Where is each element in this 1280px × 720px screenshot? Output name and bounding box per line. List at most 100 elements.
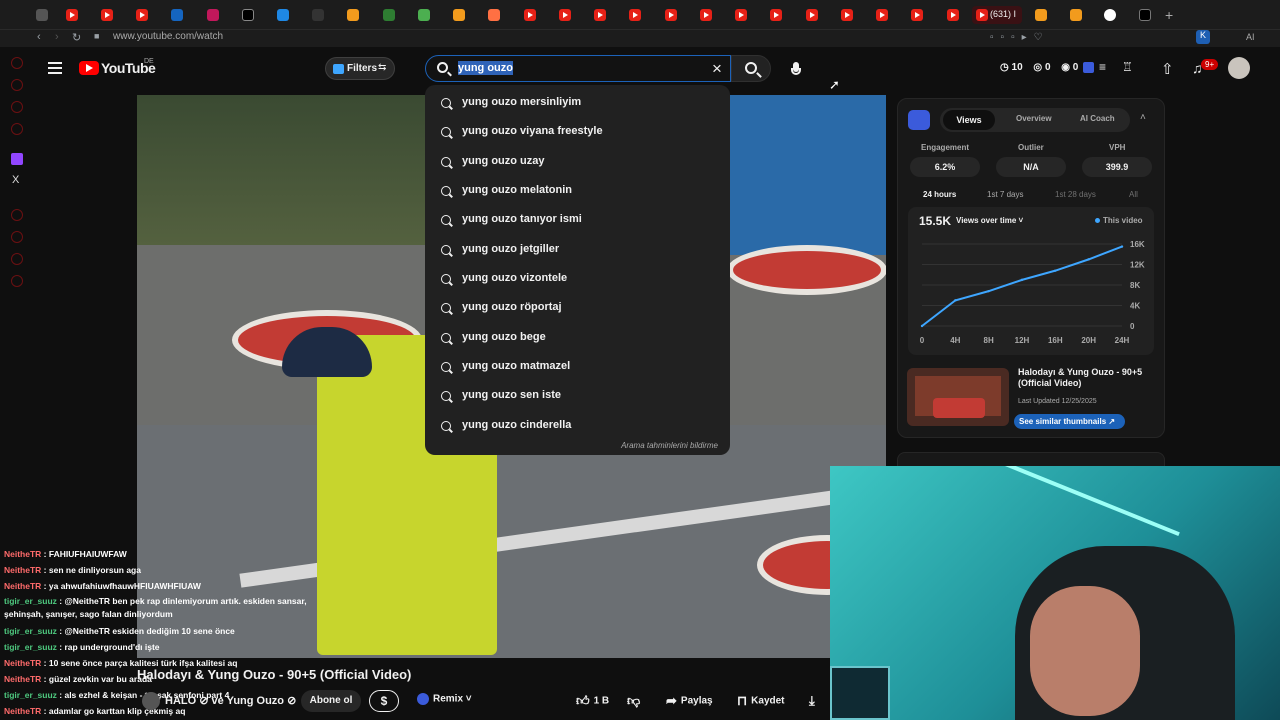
suggestion-item[interactable]: yung ouzo viyana freestyle bbox=[425, 118, 730, 147]
forward-icon[interactable]: › bbox=[55, 31, 59, 43]
reload-icon[interactable]: ↻ bbox=[72, 31, 81, 44]
youtube-tab-icon[interactable] bbox=[770, 9, 782, 21]
youtube-tab-icon[interactable] bbox=[66, 9, 78, 21]
tray-icon[interactable] bbox=[11, 79, 23, 91]
range-first-28-days[interactable]: 1st 28 days bbox=[1055, 190, 1096, 199]
suggestion-item[interactable]: yung ouzo vizontele bbox=[425, 265, 730, 294]
extension-icon[interactable] bbox=[1083, 62, 1094, 73]
app-tab-icon[interactable] bbox=[453, 9, 465, 21]
stat-b[interactable]: ◎ 0 bbox=[1033, 62, 1050, 73]
save-button[interactable]: ⊓ Kaydet bbox=[737, 693, 785, 709]
ai-extension-label[interactable]: AI bbox=[1246, 32, 1255, 42]
report-predictions-link[interactable]: Arama tahminlerini bildirme bbox=[621, 441, 718, 450]
avatar[interactable] bbox=[1228, 57, 1250, 79]
tray-icon[interactable] bbox=[11, 123, 23, 135]
youtube-logo-icon[interactable] bbox=[79, 61, 99, 75]
twitch-icon[interactable] bbox=[11, 153, 23, 165]
subscribe-button[interactable]: Abone ol bbox=[301, 690, 361, 712]
youtube-tab-icon[interactable] bbox=[665, 9, 677, 21]
youtube-tab-icon[interactable] bbox=[947, 9, 959, 21]
tab-views[interactable]: Views bbox=[943, 110, 995, 130]
channel-name[interactable]: HALO ⊘ ve Yung Ouzo ⊘ bbox=[165, 694, 296, 707]
search-input[interactable]: yung ouzo bbox=[458, 61, 513, 75]
app-tab-icon[interactable] bbox=[488, 9, 500, 21]
collapse-icon[interactable]: ˄ bbox=[1140, 112, 1146, 123]
suggestion-item[interactable]: yung ouzo bege bbox=[425, 324, 730, 353]
range-first-7-days[interactable]: 1st 7 days bbox=[987, 190, 1023, 199]
filters-button[interactable]: Filters ⇆ bbox=[325, 57, 395, 80]
video-thumbnail[interactable] bbox=[907, 368, 1009, 426]
url-text[interactable]: www.youtube.com/watch bbox=[113, 31, 223, 42]
voice-search-button[interactable] bbox=[781, 55, 811, 82]
suggestion-item[interactable]: yung ouzo mersinliyim bbox=[425, 89, 730, 118]
extension-icon[interactable]: ♖ bbox=[1122, 60, 1133, 74]
suggestion-item[interactable]: yung ouzo uzay bbox=[425, 148, 730, 177]
menu-icon[interactable] bbox=[48, 62, 62, 74]
suggestion-item[interactable]: yung ouzo tanıyor ismi bbox=[425, 206, 730, 235]
download-button[interactable]: ⤓ bbox=[809, 693, 819, 709]
new-tab-icon[interactable]: + bbox=[1165, 7, 1173, 23]
suggestion-item[interactable]: yung ouzo jetgiller bbox=[425, 236, 730, 265]
youtube-tab-icon[interactable] bbox=[136, 9, 148, 21]
app-tab-icon[interactable] bbox=[1035, 9, 1047, 21]
app-tab-icon[interactable] bbox=[207, 9, 219, 21]
tab-overview[interactable]: Overview bbox=[1016, 114, 1052, 123]
range-all[interactable]: All bbox=[1129, 190, 1138, 199]
suggestion-item[interactable]: yung ouzo cinderella bbox=[425, 412, 730, 441]
stat-a[interactable]: ◷ 10 bbox=[1000, 62, 1023, 73]
app-tab-icon[interactable] bbox=[383, 9, 395, 21]
p-tab-icon[interactable] bbox=[171, 9, 183, 21]
share-button[interactable]: ➦ Paylaş bbox=[666, 693, 713, 709]
extension-icon[interactable]: K bbox=[1196, 30, 1210, 44]
app-tab-icon[interactable] bbox=[277, 9, 289, 21]
tray-icon[interactable] bbox=[11, 57, 23, 69]
youtube-tab-icon[interactable] bbox=[101, 9, 113, 21]
app-tab-icon[interactable] bbox=[347, 9, 359, 21]
app-tab-icon[interactable] bbox=[312, 9, 324, 21]
app-tab-icon[interactable] bbox=[418, 9, 430, 21]
mail-tab-icon[interactable] bbox=[36, 9, 48, 21]
youtube-tab-icon[interactable] bbox=[876, 9, 888, 21]
stat-c[interactable]: ◉ 0 bbox=[1061, 62, 1078, 73]
youtube-tab-icon[interactable] bbox=[806, 9, 818, 21]
queue-icon[interactable]: ≡ bbox=[1099, 60, 1106, 74]
thanks-button[interactable]: $ bbox=[369, 690, 399, 712]
dislike-button[interactable]: 👎︎ bbox=[627, 693, 644, 709]
suggestion-item[interactable]: yung ouzo röportaj bbox=[425, 294, 730, 323]
remix-button[interactable]: Remix ˅ bbox=[417, 693, 472, 705]
tray-icon[interactable] bbox=[11, 253, 23, 265]
like-button[interactable]: 👍︎ 1 B bbox=[576, 693, 609, 709]
search-button[interactable] bbox=[731, 55, 771, 82]
tab-ai-coach[interactable]: AI Coach bbox=[1080, 114, 1115, 123]
tray-icon[interactable] bbox=[11, 209, 23, 221]
similar-thumbnails-button[interactable]: See similar thumbnails ↗ bbox=[1014, 414, 1125, 429]
youtube-tab-icon[interactable] bbox=[735, 9, 747, 21]
range-24-hours[interactable]: 24 hours bbox=[923, 190, 956, 199]
chat-message: NeitheTR : ya ahwufahiuwfhauwHFIUAWHFIUA… bbox=[4, 581, 201, 591]
google-tab-icon[interactable] bbox=[1104, 9, 1116, 21]
channel-avatar[interactable] bbox=[142, 692, 160, 710]
search-box[interactable]: yung ouzo × bbox=[425, 55, 731, 82]
tray-icon[interactable] bbox=[11, 275, 23, 287]
youtube-tab-icon[interactable] bbox=[629, 9, 641, 21]
back-icon[interactable]: ‹ bbox=[37, 31, 41, 43]
active-tab[interactable]: (631) I bbox=[972, 6, 1022, 24]
youtube-tab-icon[interactable] bbox=[559, 9, 571, 21]
tray-icon[interactable] bbox=[11, 231, 23, 243]
youtube-tab-icon[interactable] bbox=[841, 9, 853, 21]
suggestion-item[interactable]: yung ouzo melatonin bbox=[425, 177, 730, 206]
x-tab-icon[interactable] bbox=[242, 9, 254, 21]
suggestion-item[interactable]: yung ouzo matmazel bbox=[425, 353, 730, 382]
upload-icon[interactable]: ⇧ bbox=[1161, 60, 1174, 78]
youtube-tab-icon[interactable] bbox=[524, 9, 536, 21]
clear-search-icon[interactable]: × bbox=[712, 59, 722, 79]
tray-icon[interactable] bbox=[11, 101, 23, 113]
x-icon[interactable]: X bbox=[12, 174, 19, 186]
tiktok-tab-icon[interactable] bbox=[1139, 9, 1151, 21]
youtube-tab-icon[interactable] bbox=[911, 9, 923, 21]
chart-metric-selector[interactable]: Views over time ˅ bbox=[956, 216, 1023, 225]
youtube-tab-icon[interactable] bbox=[700, 9, 712, 21]
suggestion-item[interactable]: yung ouzo sen iste bbox=[425, 382, 730, 411]
app-tab-icon[interactable] bbox=[1070, 9, 1082, 21]
youtube-tab-icon[interactable] bbox=[594, 9, 606, 21]
